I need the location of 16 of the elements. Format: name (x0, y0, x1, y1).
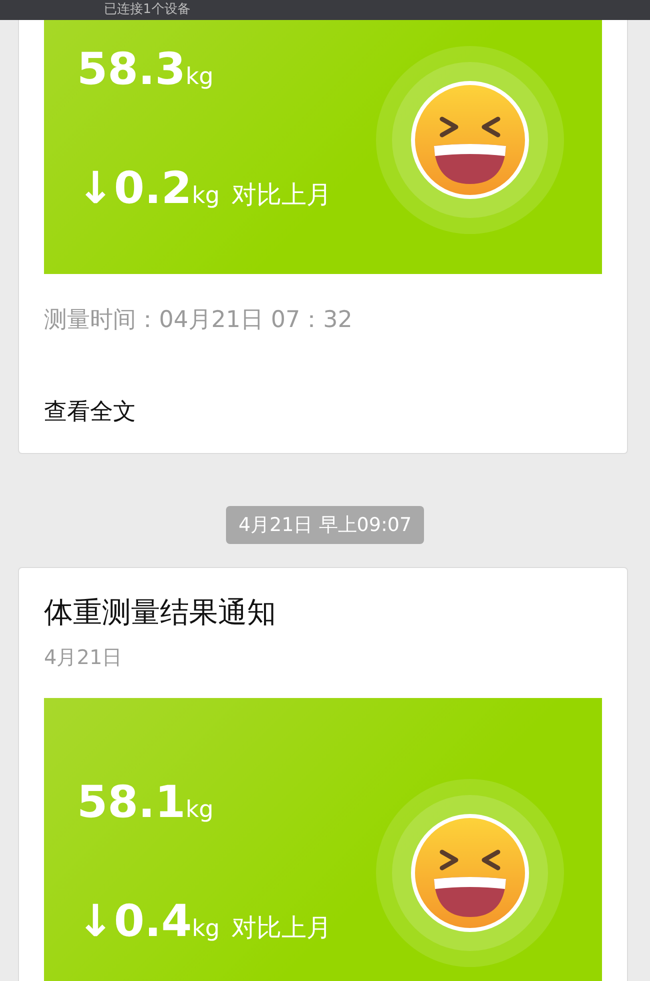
card-title: 体重测量结果通知 (44, 594, 277, 631)
weight-change: ↓0.2 kg (77, 162, 220, 216)
laughing-face-icon (376, 46, 564, 234)
measure-time: 测量时间：04月21日 07：32 (44, 306, 354, 335)
message-card[interactable]: 体重测量结果通知 4月21日 58.1kg ↓0.4kg 对比上月 (18, 567, 628, 981)
weight-change: ↓0.4kg (77, 895, 220, 949)
compare-label: 对比上月 (232, 912, 332, 944)
message-card[interactable]: 58.3 kg ↓0.2 kg 对比上月 测量时间：04月21日 07：32 查看全文 (18, 20, 628, 454)
status-text: 已连接1个设备 (104, 2, 190, 18)
weight-value: 58.3 kg (77, 43, 214, 97)
read-more-link[interactable]: 查看全文 (44, 397, 602, 427)
laughing-face-icon (376, 779, 564, 967)
card-date: 4月21日 (44, 644, 124, 671)
compare-label: 对比上月 (232, 179, 332, 211)
timestamp-badge: 4月21日 早上09:07 (226, 506, 424, 544)
weight-value: 58.1kg (77, 776, 214, 830)
